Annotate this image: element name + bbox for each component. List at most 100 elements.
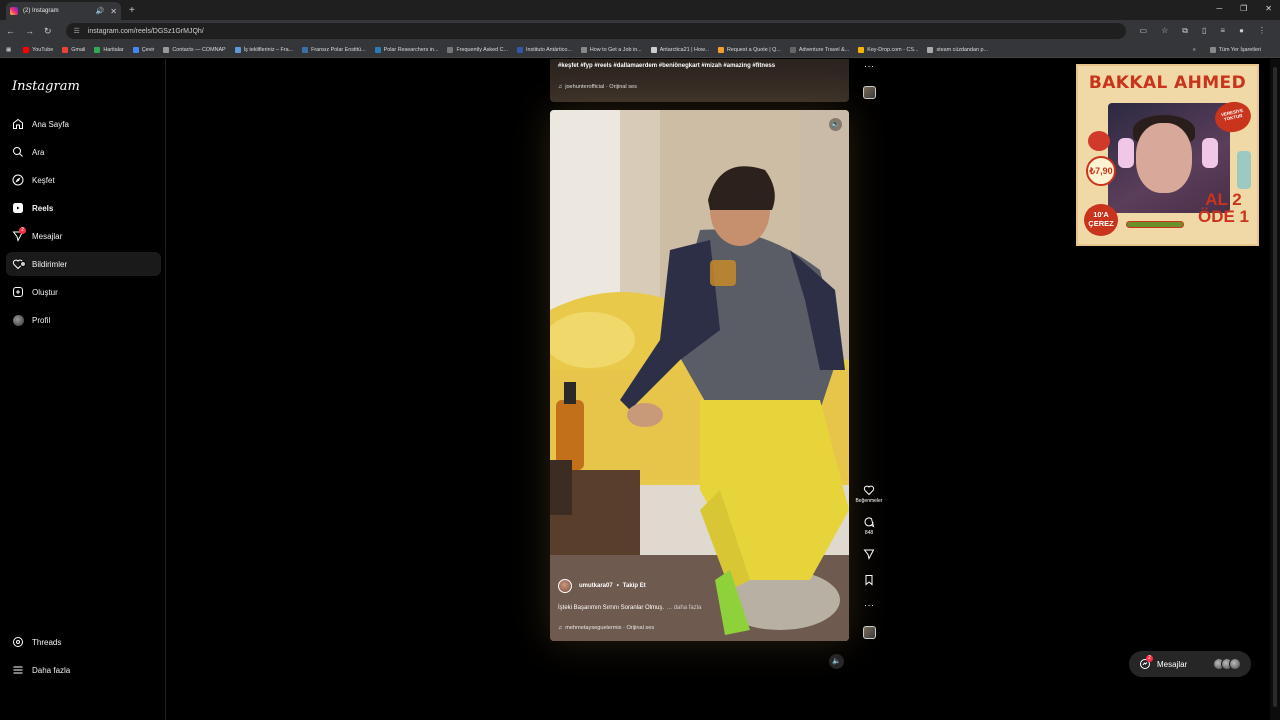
bookmark-item[interactable]: Haritalar: [94, 46, 124, 53]
reel-audio-link[interactable]: ♫ joehunterofficial · Orijinal ses: [558, 82, 637, 92]
like-button[interactable]: Beğenmeler: [854, 484, 884, 504]
address-bar[interactable]: ☰ instagram.com/reels/DGSz1GrMJQh/: [65, 23, 1126, 39]
reel-author: umutkara07 • Takip Et: [558, 579, 646, 593]
bookmark-item[interactable]: Request a Quote | Q...: [718, 46, 781, 53]
sidepanel-icon[interactable]: ▯: [1202, 26, 1206, 36]
sidebar: Instagram Ana Sayfa Ara Keşfet Reels 2 M…: [0, 59, 166, 720]
plus-square-icon: [12, 286, 24, 298]
bookmark-item[interactable]: YouTube: [23, 46, 53, 53]
forward-icon[interactable]: →: [25, 26, 34, 36]
search-icon: [12, 146, 24, 158]
browser-tab[interactable]: (2) Instagram 🔊 ✕: [6, 2, 121, 20]
sidebar-item-reels[interactable]: Reels: [6, 196, 161, 220]
sidebar-item-threads[interactable]: Threads: [6, 630, 161, 654]
bookmark-item[interactable]: İş teklifleriniz – Fra...: [234, 46, 293, 53]
bookmark-item[interactable]: Key-Drop.com - CS...: [858, 46, 918, 53]
sidebar-item-messages[interactable]: 2 Mesajlar: [6, 224, 161, 248]
volume-icon[interactable]: 🔈: [829, 654, 844, 669]
follow-button[interactable]: Takip Et: [623, 583, 646, 589]
bookmark-item[interactable]: Adventure Travel &...: [789, 46, 849, 53]
maximize-icon[interactable]: ❐: [1240, 4, 1247, 13]
url-text: instagram.com/reels/DGSz1GrMJQh/: [87, 27, 204, 35]
bottles-icon: [1237, 151, 1251, 189]
close-window-icon[interactable]: ✕: [1265, 4, 1272, 13]
sidebar-item-label: Oluştur: [32, 287, 58, 297]
bookmark-favicon-icon: [163, 46, 170, 53]
profile-icon[interactable]: ●: [1239, 26, 1244, 36]
bookmark-favicon-icon: [927, 46, 934, 53]
headphone-left: [1118, 138, 1134, 168]
reload-icon[interactable]: ↻: [44, 26, 52, 37]
bookmark-item[interactable]: Çevir: [132, 46, 154, 53]
tab-close-icon[interactable]: ✕: [110, 7, 117, 16]
reel-audio-link[interactable]: ♫ mehmetayseguelermis · Orijinal ses: [558, 625, 654, 631]
avatar: [1229, 658, 1241, 670]
site-info-icon[interactable]: ☰: [74, 27, 80, 35]
tomato-icon: [1088, 131, 1110, 151]
messages-pill[interactable]: 2 Mesajlar: [1129, 651, 1251, 677]
reel-sound-icon[interactable]: 🔈: [829, 118, 842, 131]
sidebar-item-label: Mesajlar: [32, 231, 63, 241]
tab-audio-icon[interactable]: 🔊: [96, 7, 105, 15]
threads-icon: [12, 636, 24, 648]
person-face: [1136, 123, 1192, 193]
sidebar-item-profile[interactable]: Profil: [6, 308, 161, 332]
sidebar-item-more[interactable]: Daha fazla: [6, 658, 161, 682]
minimize-icon[interactable]: ─: [1216, 4, 1222, 13]
bookmark-favicon-icon: [789, 46, 796, 53]
bookmark-icon: [865, 575, 873, 586]
bookmark-favicon-icon: [447, 46, 454, 53]
apps-icon[interactable]: ▦: [6, 47, 11, 53]
bookmark-item[interactable]: Frequently Asked C...: [447, 46, 508, 53]
reel-audio-thumb[interactable]: [863, 626, 876, 639]
prev-reel-audio-thumb[interactable]: [863, 86, 876, 99]
page-scrollbar[interactable]: [1270, 59, 1280, 720]
bookmarks-overflow-icon[interactable]: »: [1193, 47, 1196, 53]
bookmark-item[interactable]: Fransız Polar Enstitü...: [302, 46, 366, 53]
overlay-cerez: 10'A ÇEREZ: [1084, 204, 1118, 236]
author-username[interactable]: umutkara07: [579, 583, 613, 589]
sidebar-item-create[interactable]: Oluştur: [6, 280, 161, 304]
previous-reel[interactable]: #keşfet #fyp #reels #dallamaerdem #beniö…: [550, 59, 849, 102]
scrollbar-thumb[interactable]: [1273, 67, 1277, 707]
bookmark-item[interactable]: Instituto Antártico...: [517, 46, 572, 53]
reel-hashtags: #keşfet #fyp #reels #dallamaerdem #beniö…: [558, 63, 776, 69]
overlay-price: ₺7,90: [1086, 156, 1116, 186]
comment-button[interactable]: 848: [854, 516, 884, 536]
bookmark-item[interactable]: Antarctica21 | How...: [650, 46, 709, 53]
bookmark-item[interactable]: How to Get a Job in...: [580, 46, 642, 53]
likes-label: Beğenmeler: [855, 498, 883, 504]
bookmark-item[interactable]: Polar Researchers in...: [374, 46, 438, 53]
sidebar-item-home[interactable]: Ana Sayfa: [6, 112, 161, 136]
bookmark-star-icon[interactable]: ☆: [1161, 26, 1168, 36]
author-avatar[interactable]: [558, 579, 572, 593]
send-icon: [863, 549, 875, 560]
share-button[interactable]: [854, 548, 884, 562]
install-app-icon[interactable]: ▭: [1140, 26, 1148, 36]
bookmark-favicon-icon: [62, 46, 69, 53]
sidebar-item-label: Daha fazla: [32, 665, 71, 675]
sidebar-item-search[interactable]: Ara: [6, 140, 161, 164]
all-bookmarks-button[interactable]: Tüm Yer İşaretleri: [1209, 46, 1261, 53]
bookmark-item[interactable]: steam cüzdandan p...: [927, 46, 988, 53]
browser-toolbar: ← → ↻ ☰ instagram.com/reels/DGSz1GrMJQh/…: [0, 20, 1280, 42]
window-controls: ─ ❐ ✕: [1216, 4, 1272, 13]
extensions-icon[interactable]: ⧉: [1182, 26, 1188, 36]
instagram-logo[interactable]: Instagram: [12, 79, 80, 94]
reel-more-icon[interactable]: ···: [864, 600, 875, 610]
bookmark-favicon-icon: [23, 46, 30, 53]
prev-reel-more-icon[interactable]: ···: [864, 61, 875, 71]
bookmark-item[interactable]: Gmail: [62, 46, 85, 53]
save-button[interactable]: [854, 574, 884, 588]
new-tab-button[interactable]: +: [129, 5, 135, 16]
caption-more-link[interactable]: ... daha fazla: [667, 605, 701, 611]
sidebar-item-notifications[interactable]: Bildirimler: [6, 252, 161, 276]
bookmark-item[interactable]: Contacts — COMNAP: [163, 46, 226, 53]
reel-video[interactable]: 🔈 umutkara07 • Takip Et İşteki Başarımın…: [550, 110, 849, 641]
music-note-icon: ♫: [558, 84, 563, 90]
back-icon[interactable]: ←: [6, 26, 15, 36]
sidebar-item-label: Bildirimler: [32, 259, 68, 269]
browser-menu-icon[interactable]: ⋮: [1258, 26, 1266, 36]
media-icon[interactable]: ≡: [1220, 26, 1225, 36]
sidebar-item-explore[interactable]: Keşfet: [6, 168, 161, 192]
